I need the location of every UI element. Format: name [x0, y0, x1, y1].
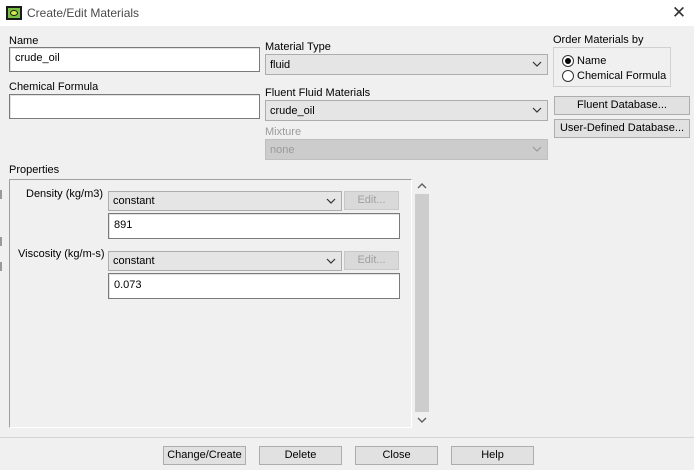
background-window-edge — [0, 237, 2, 246]
viscosity-value-field[interactable]: 0.073 — [108, 273, 400, 299]
order-materials-by-label: Order Materials by — [553, 34, 644, 46]
viscosity-edit-button[interactable]: Edit... — [344, 251, 399, 270]
material-type-value: fluid — [270, 59, 291, 71]
chevron-down-icon — [326, 198, 336, 204]
properties-label: Properties — [9, 164, 60, 176]
name-field[interactable]: crude_oil — [9, 47, 260, 72]
density-edit-button[interactable]: Edit... — [344, 191, 399, 210]
material-type-label: Material Type — [265, 41, 331, 53]
scroll-down-icon[interactable] — [415, 414, 429, 426]
chevron-down-icon — [326, 258, 336, 264]
fluent-fluid-materials-value: crude_oil — [270, 105, 315, 117]
user-defined-database-button[interactable]: User-Defined Database... — [554, 119, 690, 138]
mixture-label: Mixture — [265, 126, 302, 138]
change-create-button[interactable]: Change/Create — [163, 446, 246, 465]
chevron-down-icon — [532, 146, 542, 152]
fluent-fluid-materials-dropdown[interactable]: crude_oil — [265, 100, 548, 121]
density-value: 891 — [114, 219, 133, 231]
app-logo-icon — [6, 6, 22, 20]
mixture-dropdown[interactable]: none — [265, 139, 548, 160]
order-by-name-radio[interactable] — [562, 55, 574, 67]
background-window-edge — [0, 190, 2, 199]
chemical-formula-field[interactable] — [9, 94, 260, 119]
close-button[interactable]: Close — [355, 446, 438, 465]
viscosity-method-value: constant — [113, 255, 155, 267]
order-by-chemical-formula-label[interactable]: Chemical Formula — [577, 70, 666, 82]
order-by-name-label[interactable]: Name — [577, 55, 606, 67]
density-value-field[interactable]: 891 — [108, 213, 400, 239]
name-value: crude_oil — [15, 52, 60, 64]
mixture-value: none — [270, 144, 295, 156]
chevron-down-icon — [532, 61, 542, 67]
background-window-edge — [0, 262, 2, 271]
chevron-down-icon — [532, 107, 542, 113]
density-label: Density (kg/m3) — [26, 188, 104, 200]
help-button[interactable]: Help — [451, 446, 534, 465]
scrollbar-thumb[interactable] — [415, 194, 429, 412]
viscosity-value: 0.073 — [114, 279, 142, 291]
window-title: Create/Edit Materials — [27, 6, 140, 20]
bottom-separator — [0, 437, 694, 438]
fluent-fluid-materials-label: Fluent Fluid Materials — [265, 87, 371, 99]
density-method-value: constant — [113, 195, 155, 207]
viscosity-method-dropdown[interactable]: constant — [108, 251, 342, 271]
delete-button[interactable]: Delete — [259, 446, 342, 465]
fluent-database-button[interactable]: Fluent Database... — [554, 96, 690, 115]
name-label: Name — [9, 35, 39, 47]
density-method-dropdown[interactable]: constant — [108, 191, 342, 211]
scroll-up-icon[interactable] — [415, 180, 429, 192]
material-type-dropdown[interactable]: fluid — [265, 54, 548, 75]
chemical-formula-label: Chemical Formula — [9, 81, 99, 93]
order-by-chemical-formula-radio[interactable] — [562, 70, 574, 82]
viscosity-label: Viscosity (kg/m-s) — [18, 248, 105, 260]
close-icon[interactable]: ✕ — [668, 2, 690, 24]
